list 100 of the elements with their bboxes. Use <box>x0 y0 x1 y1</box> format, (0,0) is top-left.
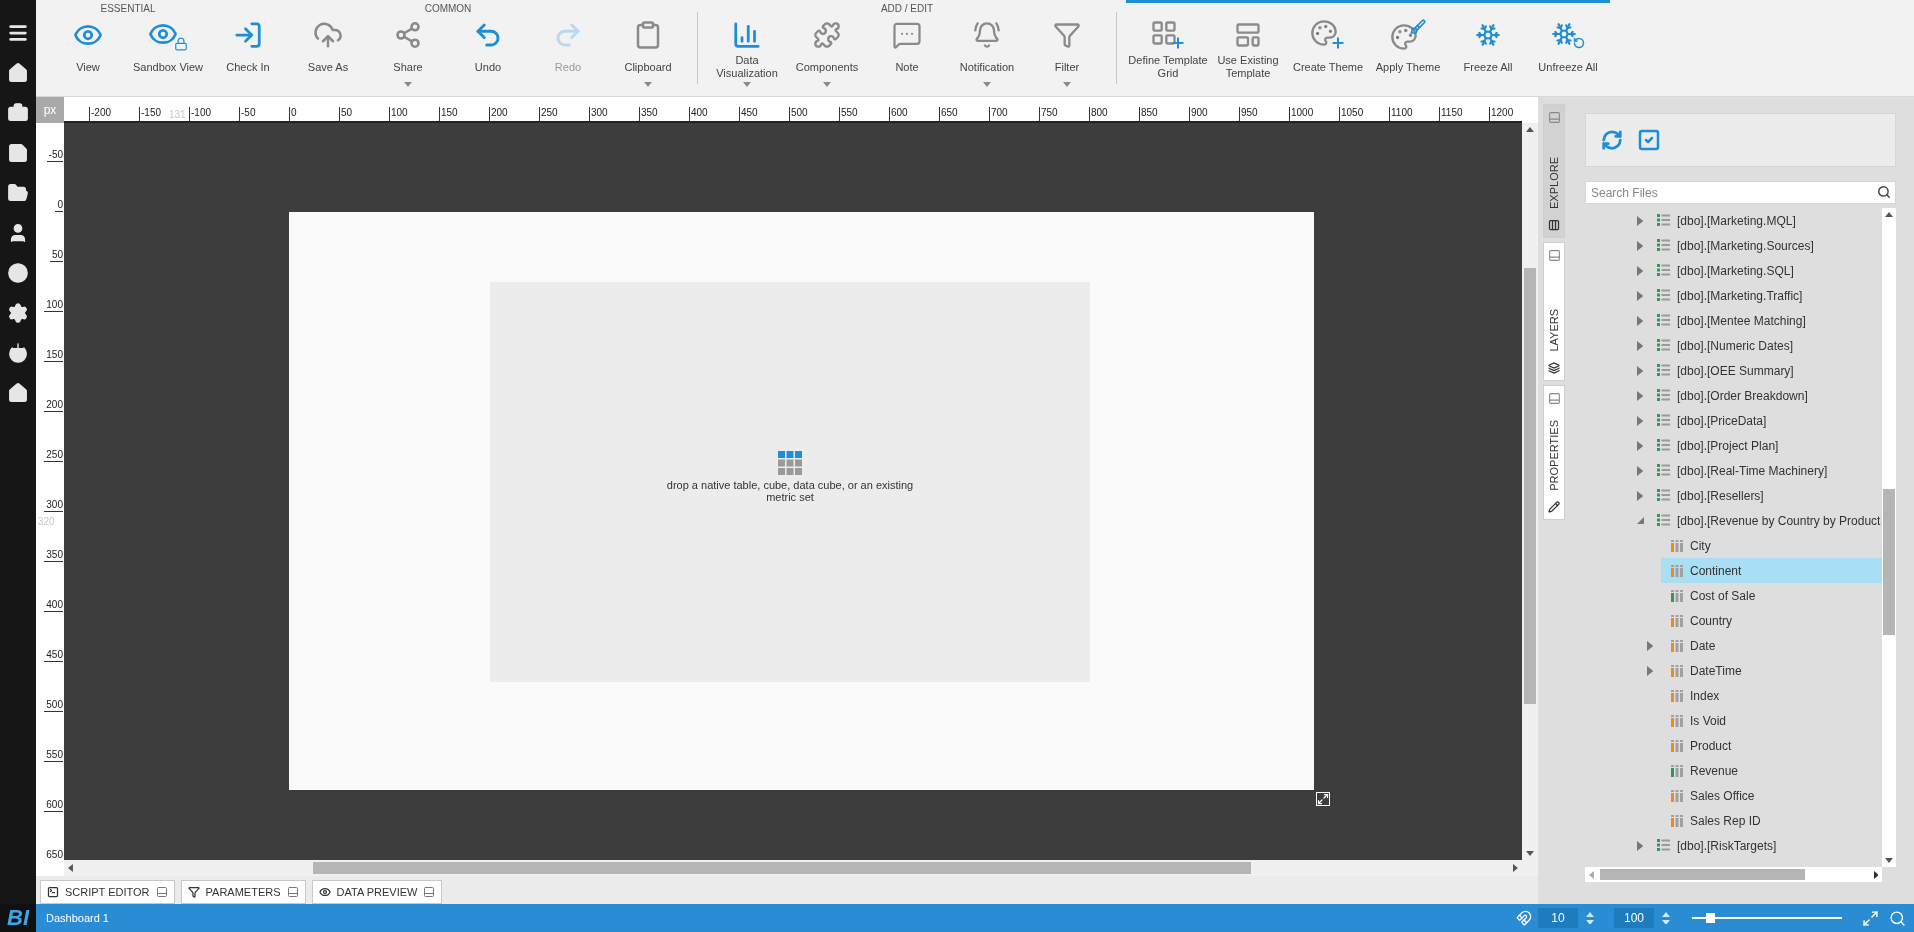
field-tree-item[interactable]: Continent <box>1661 558 1883 583</box>
toolbar-button[interactable]: Components <box>787 14 867 94</box>
expand-caret-icon <box>1637 265 1644 276</box>
toolbar-button[interactable]: Create Theme <box>1288 14 1368 94</box>
zoom-search-icon[interactable] <box>1889 909 1906 927</box>
table-tree-item[interactable]: [dbo].[Project Plan] <box>1649 434 1781 457</box>
toolbar-button[interactable]: Note <box>867 14 947 94</box>
field-icon <box>1671 564 1683 577</box>
toolbar-button[interactable]: Apply Theme <box>1368 14 1448 94</box>
toolbar-button[interactable]: Data Visualization <box>707 14 787 94</box>
table-tree-item[interactable]: [dbo].[PriceData] <box>1649 409 1769 432</box>
spin-up-icon <box>1662 911 1670 917</box>
scrollbar-thumb[interactable] <box>1599 869 1805 880</box>
briefcase-icon[interactable] <box>7 102 29 124</box>
table-tree-item[interactable]: [dbo].[Marketing.Sources] <box>1649 234 1816 257</box>
group-label: COMMON <box>424 3 472 14</box>
ruler-label: 700 <box>990 107 1008 119</box>
group-label: ESSENTIAL <box>100 3 156 14</box>
toolbar-button[interactable]: Define Template Grid <box>1128 14 1208 94</box>
field-tree-item[interactable]: Revenue <box>1661 758 1883 783</box>
slider-thumb[interactable] <box>1706 913 1715 923</box>
scrollbar-thumb[interactable] <box>1524 267 1536 704</box>
expand-toggle[interactable] <box>1647 665 1654 676</box>
field-tree-item[interactable]: Date <box>1661 633 1883 658</box>
home-icon[interactable] <box>7 62 29 84</box>
ruler-label: 300 <box>590 107 608 119</box>
toolbar-button[interactable]: Check In <box>208 14 288 94</box>
folder-icon[interactable] <box>7 182 29 204</box>
table-tree-item[interactable]: [dbo].[Mentee Matching] <box>1649 309 1808 332</box>
expand-caret-icon <box>1647 640 1654 651</box>
field-tree-item[interactable]: Country <box>1661 608 1883 633</box>
table-tree-item[interactable]: [dbo].[Revenue by Country by Product <box>1649 509 1883 532</box>
field-tree-item[interactable]: Product <box>1661 733 1883 758</box>
fit-screen-icon[interactable] <box>1862 909 1879 927</box>
ruler-label: 50 <box>340 107 353 119</box>
scrollbar-thumb[interactable] <box>1883 488 1896 635</box>
window-icon <box>423 886 436 898</box>
resize-handle-icon[interactable] <box>1316 792 1330 806</box>
side-tab[interactable]: EXPLORE <box>1543 104 1565 238</box>
table-tree-item[interactable]: [dbo].[Real-Time Machinery] <box>1649 459 1830 482</box>
drop-zone[interactable]: drop a native table, cube, data cube, or an existing metric set <box>490 282 1090 682</box>
drop-hint: drop a native table, cube, data cube, or an existing metric set <box>665 479 915 503</box>
refresh-icon[interactable] <box>1601 129 1623 151</box>
checkbox-icon[interactable] <box>1637 128 1661 152</box>
zoom-field[interactable]: 100 <box>1614 908 1654 928</box>
snap-icon[interactable] <box>1516 910 1532 926</box>
expand-caret-icon <box>1637 365 1644 376</box>
ruler-label: 850 <box>1140 107 1158 119</box>
toolbar-button[interactable]: Freeze All <box>1448 14 1528 94</box>
field-tree-item[interactable]: Is Void <box>1661 708 1883 733</box>
search-field[interactable]: Search Files <box>1585 181 1897 204</box>
toolbar-button[interactable]: Clipboard <box>608 14 688 94</box>
toolbar-button[interactable]: Use Existing Template <box>1208 14 1288 94</box>
field-tree-item[interactable]: City <box>1661 533 1883 558</box>
table-icon <box>1657 464 1670 477</box>
table-tree-item[interactable]: [dbo].[Marketing.SQL] <box>1649 259 1796 282</box>
spinner[interactable] <box>1586 911 1594 925</box>
field-tree-item[interactable]: Sales Office <box>1661 783 1883 808</box>
home-icon[interactable] <box>7 382 29 404</box>
toolbar-button[interactable]: Save As <box>288 14 368 94</box>
table-tree-item[interactable]: [dbo].[Order Breakdown] <box>1649 384 1810 407</box>
table-tree-item[interactable]: [dbo].[Numeric Dates] <box>1649 334 1796 357</box>
expand-caret-icon <box>1637 215 1644 226</box>
field-tree-item[interactable]: DateTime <box>1661 658 1883 683</box>
ruler-label: 1000 <box>1290 107 1314 119</box>
field-tree-item[interactable]: Cost of Sale <box>1661 583 1883 608</box>
toolbar-button[interactable]: Share <box>368 14 448 94</box>
grid-size-field[interactable]: 10 <box>1538 908 1578 928</box>
note-icon[interactable] <box>7 142 29 164</box>
ruler-label: 300 <box>46 499 63 511</box>
table-icon <box>1657 289 1670 302</box>
spinner[interactable] <box>1662 911 1670 925</box>
side-tab[interactable]: LAYERS <box>1543 242 1565 381</box>
toolbar-button[interactable]: Sandbox View <box>128 14 208 94</box>
toolbar-button[interactable]: Filter <box>1027 14 1107 94</box>
table-tree-item[interactable]: [dbo].[OEE Summary] <box>1649 359 1796 382</box>
table-tree-item[interactable]: [dbo].[Marketing.Traffic] <box>1649 284 1805 307</box>
table-tree-item[interactable]: [dbo].[Marketing.MQL] <box>1649 209 1798 232</box>
table-tree-item[interactable]: [dbo].[Resellers] <box>1649 484 1766 507</box>
menu-icon[interactable] <box>7 22 29 44</box>
side-tab[interactable]: PROPERTIES <box>1543 385 1565 520</box>
field-tree-item[interactable]: Index <box>1661 683 1883 708</box>
panel-tab[interactable]: DATA PREVIEW <box>311 880 443 904</box>
toolbar-button[interactable]: Notification <box>947 14 1027 94</box>
toolbar-button[interactable]: Undo <box>448 14 528 94</box>
expand-caret-icon <box>1637 240 1644 251</box>
expand-toggle[interactable] <box>1647 640 1654 651</box>
field-tree-item[interactable]: Sales Rep ID <box>1661 808 1883 833</box>
horizontal-scrollbar[interactable] <box>1585 867 1883 882</box>
field-icon <box>1671 614 1683 627</box>
vertical-scrollbar[interactable] <box>1882 208 1897 867</box>
toolbar-button[interactable]: View <box>48 14 128 94</box>
panel-tab[interactable]: SCRIPT EDITOR <box>40 880 175 904</box>
zoom-slider[interactable] <box>1692 912 1842 924</box>
ruler-label: 250 <box>540 107 558 119</box>
field-icon <box>1671 764 1683 777</box>
scrollbar-thumb[interactable] <box>312 862 1251 874</box>
toolbar-button[interactable]: Unfreeze All <box>1528 14 1608 94</box>
panel-tab[interactable]: PARAMETERS <box>180 880 306 904</box>
table-tree-item[interactable]: [dbo].[RiskTargets] <box>1649 834 1779 857</box>
